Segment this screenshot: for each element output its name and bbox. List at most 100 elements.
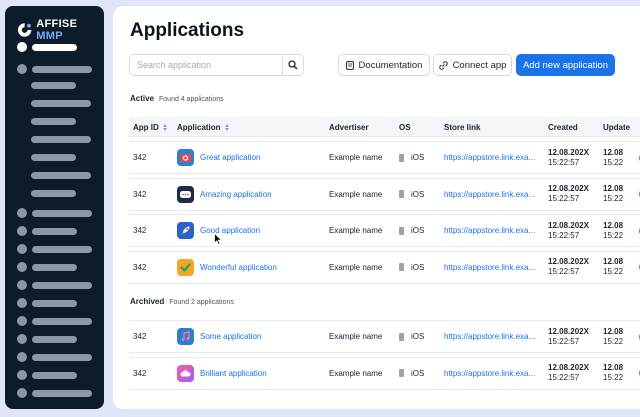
- created-at: 12.08.202X 15:22:57: [548, 147, 589, 167]
- column-header-label: Update: [603, 122, 631, 132]
- updated-at: 12.08 15:22: [603, 326, 624, 346]
- updated-at: 12.08 15:22: [603, 220, 624, 240]
- store-link[interactable]: https://appstore.link.exa...: [444, 179, 535, 210]
- nav-bullet-icon: [17, 244, 27, 254]
- active-section-label: Active Found 4 applications: [130, 94, 224, 103]
- sidebar-nav-item[interactable]: [31, 172, 91, 179]
- checkmark-icon: [177, 258, 200, 276]
- os: iOS: [399, 252, 424, 283]
- nav-item-placeholder: [32, 263, 77, 271]
- phone-icon: [399, 226, 404, 235]
- sidebar-nav-item[interactable]: [31, 82, 76, 89]
- application-link[interactable]: Great application: [177, 142, 260, 173]
- advertiser: Example name: [329, 189, 383, 199]
- column-header-label: Application: [177, 122, 221, 132]
- store-link[interactable]: https://appstore.link.exa...: [444, 215, 535, 246]
- column-header-label: App ID: [133, 122, 159, 132]
- table-row[interactable]: 342 Brilliant application Example name iOS h…: [129, 356, 640, 390]
- store-link[interactable]: https://appstore.link.exa...: [444, 142, 535, 173]
- search-box: [129, 54, 304, 76]
- sidebar-nav-item[interactable]: [17, 388, 92, 398]
- sidebar-nav-item[interactable]: [17, 298, 77, 308]
- advertiser: Example name: [329, 153, 383, 162]
- sidebar-nav-item[interactable]: [17, 280, 92, 290]
- os: iOS: [399, 215, 424, 246]
- updated-at: 12.08 15:22: [603, 363, 624, 382]
- nav-item-placeholder: [32, 65, 92, 73]
- nav-bullet-icon: [17, 208, 27, 218]
- column-header[interactable]: App ID: [133, 117, 167, 137]
- nav-item-placeholder: [31, 136, 91, 143]
- store-link[interactable]: https://appstore.link.exa...: [444, 321, 535, 352]
- link-icon: [438, 60, 448, 70]
- brand-logo[interactable]: AFFISE MMP: [17, 18, 104, 42]
- table-header: App ID Application Advertiser OS Store link C…: [129, 117, 640, 137]
- table-row[interactable]: 342 Good application Example name iOS https:…: [129, 214, 640, 247]
- sidebar-nav-item[interactable]: [17, 352, 92, 362]
- column-header[interactable]: Created: [548, 117, 578, 137]
- nav-bullet-icon: [17, 352, 27, 362]
- application-link[interactable]: Amazing application: [177, 179, 272, 210]
- table-row[interactable]: 342 Wonderful application Example name iOS h…: [129, 250, 640, 284]
- created-at: 12.08.202X 15:22:57: [548, 184, 589, 203]
- sort-icon[interactable]: [224, 123, 229, 131]
- application-link[interactable]: Brilliant application: [177, 358, 267, 389]
- sidebar-nav-item[interactable]: [31, 118, 76, 125]
- sidebar-nav-item[interactable]: [31, 136, 91, 143]
- sidebar-nav-item[interactable]: [17, 370, 77, 380]
- affise-logo-icon: [17, 23, 32, 37]
- page-title: Applications: [130, 20, 245, 41]
- sidebar-nav-item[interactable]: [31, 100, 91, 107]
- store-link[interactable]: https://appstore.link.exa...: [444, 252, 535, 283]
- created-at: 12.08.202X 15:22:57: [548, 257, 589, 276]
- table-row[interactable]: 342 Amazing application Example name iOS htt…: [129, 177, 640, 211]
- nav-item-placeholder: [32, 299, 77, 307]
- chat-icon: [177, 185, 200, 203]
- nav-item-placeholder: [32, 43, 77, 51]
- nav-bullet-icon: [17, 226, 27, 236]
- table-row[interactable]: 342 Some application Example name iOS https:…: [129, 320, 640, 353]
- connect-app-button[interactable]: Connect app: [433, 54, 512, 76]
- add-new-application-button[interactable]: Add new application: [516, 54, 615, 76]
- sidebar-nav-item[interactable]: [17, 244, 92, 254]
- os: iOS: [399, 321, 424, 352]
- app-id: 342: [133, 226, 147, 235]
- nav-item-placeholder: [31, 154, 76, 161]
- nav-bullet-icon: [17, 316, 27, 326]
- application-link[interactable]: Some application: [177, 321, 261, 352]
- sidebar-nav-item[interactable]: [31, 154, 76, 161]
- column-header[interactable]: Update: [603, 117, 630, 137]
- sidebar-nav-item[interactable]: [17, 262, 77, 272]
- application-link[interactable]: Wonderful application: [177, 252, 277, 283]
- sidebar-nav-item[interactable]: [17, 226, 77, 236]
- sidebar-nav-item[interactable]: [17, 64, 92, 74]
- sidebar-nav-item[interactable]: [31, 190, 76, 197]
- advertiser: Example name: [329, 226, 383, 235]
- nav-bullet-icon: [17, 64, 27, 74]
- nav-bullet-icon: [17, 280, 27, 290]
- column-header[interactable]: Store link: [444, 117, 480, 137]
- table-row[interactable]: 342 Great application Example name iOS https…: [129, 141, 640, 174]
- app-id: 342: [133, 153, 147, 162]
- sidebar-nav-item[interactable]: [17, 334, 77, 344]
- nav-item-placeholder: [31, 100, 91, 107]
- sidebar: AFFISE MMP: [5, 6, 104, 409]
- sidebar-nav-item[interactable]: [17, 316, 92, 326]
- column-header[interactable]: Application: [177, 117, 229, 137]
- documentation-button[interactable]: Documentation: [338, 54, 430, 76]
- column-header[interactable]: OS: [399, 117, 411, 137]
- sidebar-nav-item[interactable]: [17, 42, 77, 52]
- search-button[interactable]: [282, 55, 303, 75]
- search-icon: [288, 60, 298, 70]
- cloud-icon: [177, 364, 200, 382]
- sort-icon[interactable]: [162, 123, 167, 131]
- phone-icon: [399, 263, 404, 271]
- camera-icon: [177, 149, 200, 166]
- nav-bullet-icon: [17, 42, 27, 52]
- phone-icon: [399, 369, 404, 377]
- column-header-label: Created: [548, 122, 578, 132]
- search-input[interactable]: [130, 55, 282, 75]
- store-link[interactable]: https://appstore.link.exa...: [444, 358, 535, 389]
- sidebar-nav-item[interactable]: [17, 208, 92, 218]
- column-header[interactable]: Advertiser: [329, 117, 369, 137]
